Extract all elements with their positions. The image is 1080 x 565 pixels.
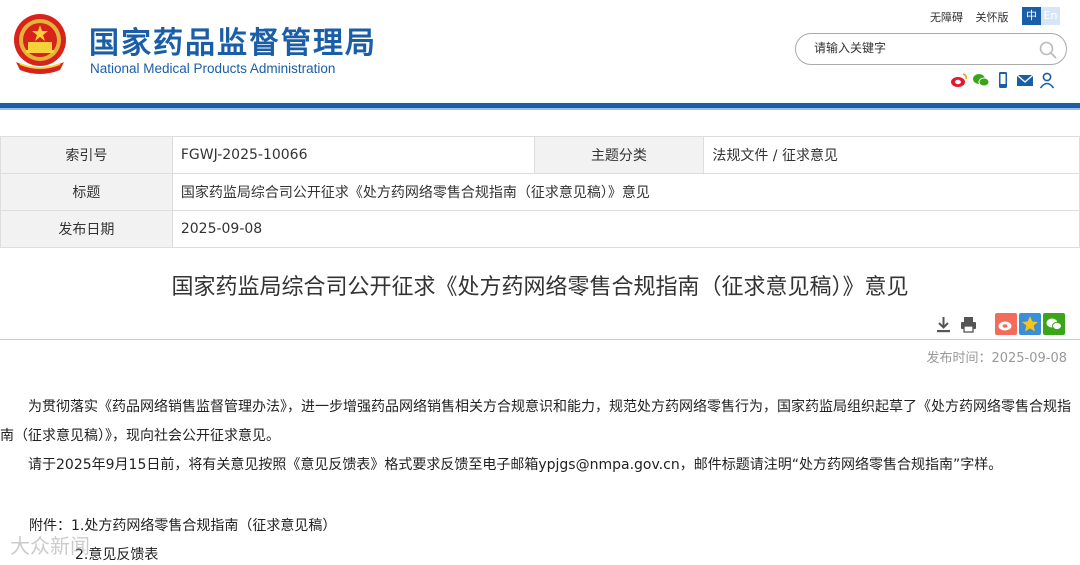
header-share-icons <box>950 71 1056 89</box>
header-divider-light <box>0 108 1080 110</box>
document-info-table: 索引号 FGWJ-2025-10066 主题分类 法规文件 / 征求意见 标题 … <box>0 136 1080 248</box>
accessibility-link[interactable]: 无障碍 <box>930 11 963 24</box>
lang-zh-button[interactable]: 中 <box>1022 7 1041 25</box>
download-icon[interactable] <box>934 315 953 334</box>
attachment-link-1[interactable]: 1.处方药网络零售合规指南（征求意见稿） <box>71 518 336 534</box>
lang-en-button[interactable]: En <box>1041 7 1060 25</box>
weibo-icon[interactable] <box>950 71 968 89</box>
site-title[interactable]: 国家药品监督管理局 <box>89 18 377 62</box>
watermark: 大众新闻 <box>10 534 90 558</box>
article-tools <box>934 315 978 334</box>
qzone-share-icon[interactable] <box>1019 313 1041 335</box>
paragraph: 请于2025年9月15日前，将有关意见按照《意见反馈表》格式要求反馈至电子邮箱y… <box>28 457 1003 473</box>
date-value: 2025-09-08 <box>171 210 1080 248</box>
article-share-icons <box>995 313 1065 335</box>
publish-time: 发布时间：2025-09-08 <box>926 351 1067 366</box>
title-value: 国家药监局综合司公开征求《处方药网络零售合规指南（征求意见稿）》意见 <box>171 173 1080 211</box>
national-emblem-icon[interactable] <box>10 12 70 78</box>
article-divider <box>0 339 1080 340</box>
date-label: 发布日期 <box>0 210 173 248</box>
weibo-share-icon[interactable] <box>995 313 1017 335</box>
article-title: 国家药监局综合司公开征求《处方药网络零售合规指南（征求意见稿）》意见 <box>171 275 909 300</box>
info-row-date: 发布日期 2025-09-08 <box>0 210 1080 248</box>
topic-label: 主题分类 <box>533 136 705 174</box>
article-body: 为贯彻落实《药品网络销售监督管理办法》，进一步增强药品网络销售相关方合规意识和能… <box>0 393 1075 480</box>
search-input[interactable] <box>814 41 1034 55</box>
paragraph: 为贯彻落实《药品网络销售监督管理办法》，进一步增强药品网络销售相关方合规意识和能… <box>0 399 1071 444</box>
info-row-index: 索引号 FGWJ-2025-10066 主题分类 法规文件 / 征求意见 <box>0 136 1080 174</box>
info-row-title: 标题 国家药监局综合司公开征求《处方药网络零售合规指南（征求意见稿）》意见 <box>0 173 1080 211</box>
index-value: FGWJ-2025-10066 <box>171 136 535 174</box>
site-title-en[interactable]: National Medical Products Administration <box>90 61 335 76</box>
print-icon[interactable] <box>959 315 978 334</box>
mobile-icon[interactable] <box>994 71 1012 89</box>
wechat-icon[interactable] <box>972 71 990 89</box>
user-icon[interactable] <box>1038 71 1056 89</box>
wechat-share-icon[interactable] <box>1043 313 1065 335</box>
title-label: 标题 <box>0 173 173 211</box>
top-links: 无障碍 关怀版 <box>930 9 1018 25</box>
search-box <box>795 33 1067 65</box>
site-header: 国家药品监督管理局 National Medical Products Admi… <box>0 0 1080 104</box>
search-icon[interactable] <box>1038 40 1058 60</box>
care-mode-link[interactable]: 关怀版 <box>976 11 1009 24</box>
language-switch: 中 En <box>1022 7 1060 25</box>
index-label: 索引号 <box>0 136 173 174</box>
topic-value: 法规文件 / 征求意见 <box>703 136 1080 174</box>
mail-icon[interactable] <box>1016 71 1034 89</box>
